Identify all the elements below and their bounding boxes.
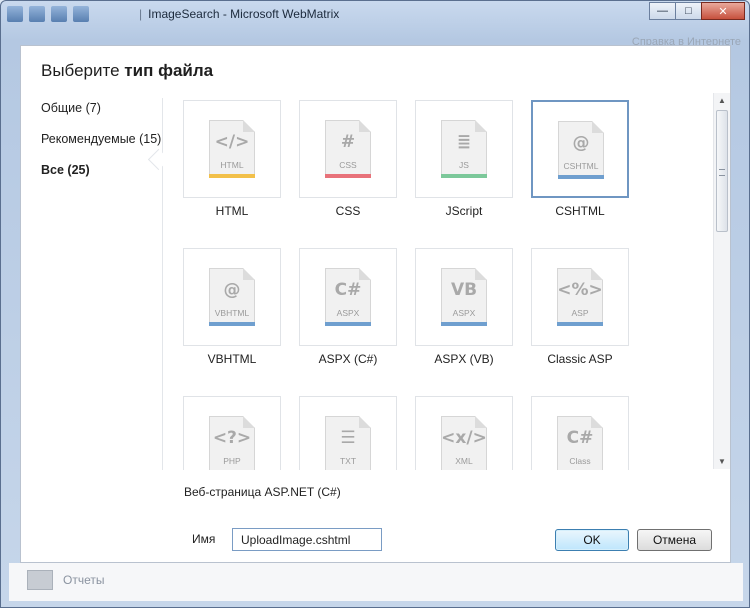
file-document-icon: C# ASPX bbox=[325, 268, 371, 326]
file-document-icon: @ VBHTML bbox=[209, 268, 255, 326]
file-type-grid: </> HTML HTML # CSS CSS ≣ JS JScript @ CSHTML CSHTM… bbox=[165, 94, 713, 470]
save-icon[interactable] bbox=[29, 6, 45, 22]
file-document-icon: ≣ JS bbox=[441, 120, 487, 178]
file-type-tile-html[interactable]: </> HTML bbox=[183, 100, 281, 198]
file-document-icon: C# Class bbox=[557, 416, 603, 470]
title-bar: | ImageSearch - Microsoft WebMatrix — □ ✕ bbox=[1, 1, 750, 29]
file-type-label: VBHTML bbox=[207, 352, 257, 366]
file-type-description: Веб-страница ASP.NET (C#) bbox=[184, 485, 341, 499]
file-type-tile-asp[interactable]: <%> ASP bbox=[531, 248, 629, 346]
close-button[interactable]: ✕ bbox=[701, 2, 745, 20]
file-type-label: ASPX (VB) bbox=[434, 352, 494, 366]
scroll-grip-icon bbox=[719, 169, 725, 176]
undo-icon[interactable] bbox=[73, 6, 89, 22]
app-window: | ImageSearch - Microsoft WebMatrix — □ ✕… bbox=[0, 0, 750, 608]
file-type-tile-cshtml[interactable]: @ CSHTML bbox=[531, 100, 629, 198]
file-glyph: @ bbox=[572, 133, 590, 153]
dialog-title-bold: тип файла bbox=[124, 61, 214, 80]
publish-icon[interactable] bbox=[51, 6, 67, 22]
file-type-label: Classic ASP bbox=[547, 352, 613, 366]
file-name-input[interactable] bbox=[232, 528, 382, 551]
window-controls: — □ ✕ bbox=[649, 2, 745, 20]
file-document-icon: VB ASPX bbox=[441, 268, 487, 326]
file-type-label: HTML bbox=[215, 204, 249, 218]
file-glyph: <x/> bbox=[441, 428, 487, 448]
file-extension-label: ASPX bbox=[336, 308, 360, 318]
quick-access-toolbar bbox=[7, 6, 89, 22]
new-file-dialog: Выберите тип файла Общие (7) Рекомендуем… bbox=[20, 45, 731, 563]
file-extension-label: ASP bbox=[571, 308, 589, 318]
file-extension-label: CSHTML bbox=[563, 161, 599, 171]
file-glyph: ☰ bbox=[340, 428, 356, 448]
file-extension-label: TXT bbox=[339, 456, 357, 466]
file-extension-label: Class bbox=[569, 456, 591, 466]
file-glyph: VB bbox=[450, 280, 478, 300]
file-document-icon: <%> ASP bbox=[557, 268, 603, 326]
file-glyph: ≣ bbox=[456, 132, 472, 152]
close-icon: ✕ bbox=[718, 5, 728, 18]
name-label: Имя bbox=[192, 532, 216, 546]
background-status-area bbox=[9, 563, 743, 601]
dialog-title: Выберите тип файла bbox=[41, 61, 213, 81]
maximize-icon: □ bbox=[685, 5, 692, 17]
file-document-icon: <?> PHP bbox=[209, 416, 255, 470]
app-icon[interactable] bbox=[7, 6, 23, 22]
minimize-button[interactable]: — bbox=[649, 2, 676, 20]
file-extension-label: HTML bbox=[220, 160, 244, 170]
file-type-label: ASPX (C#) bbox=[318, 352, 378, 366]
file-type-label: JScript bbox=[445, 204, 483, 218]
file-type-tile-xml[interactable]: <x/> XML bbox=[415, 396, 513, 470]
file-type-label: CSHTML bbox=[555, 204, 605, 218]
file-extension-label: ASPX bbox=[452, 308, 476, 318]
file-extension-label: JS bbox=[459, 160, 469, 170]
scroll-up-icon[interactable]: ▲ bbox=[718, 96, 726, 105]
file-document-icon: </> HTML bbox=[209, 120, 255, 178]
file-glyph: </> bbox=[214, 132, 250, 152]
file-glyph: C# bbox=[566, 428, 594, 448]
dialog-title-prefix: Выберите bbox=[41, 61, 120, 80]
file-document-icon: @ CSHTML bbox=[558, 121, 604, 179]
reports-label: Отчеты bbox=[63, 573, 105, 587]
file-type-tile-txt[interactable]: ☰ TXT bbox=[299, 396, 397, 470]
file-glyph: <%> bbox=[557, 280, 603, 300]
file-type-tile-js[interactable]: ≣ JS bbox=[415, 100, 513, 198]
file-document-icon: ☰ TXT bbox=[325, 416, 371, 470]
file-glyph: C# bbox=[334, 280, 362, 300]
category-all[interactable]: Все (25) bbox=[21, 160, 162, 191]
file-glyph: @ bbox=[223, 280, 241, 300]
file-document-icon: # CSS bbox=[325, 120, 371, 178]
category-recommended[interactable]: Рекомендуемые (15) bbox=[21, 129, 162, 160]
file-type-tile-php[interactable]: <?> PHP bbox=[183, 396, 281, 470]
cancel-button[interactable]: Отмена bbox=[637, 529, 712, 551]
window-title-text: ImageSearch - Microsoft WebMatrix bbox=[148, 7, 340, 21]
maximize-button[interactable]: □ bbox=[675, 2, 702, 20]
category-list: Общие (7) Рекомендуемые (15) Все (25) bbox=[21, 98, 162, 191]
scroll-down-icon[interactable]: ▼ bbox=[718, 457, 726, 466]
file-glyph: # bbox=[340, 132, 356, 152]
file-type-tile-css[interactable]: # CSS bbox=[299, 100, 397, 198]
scroll-thumb[interactable] bbox=[716, 110, 728, 232]
file-extension-label: PHP bbox=[223, 456, 241, 466]
window-title: | ImageSearch - Microsoft WebMatrix bbox=[139, 7, 340, 21]
file-type-tile-aspx[interactable]: VB ASPX bbox=[415, 248, 513, 346]
file-type-tile-vbhtml[interactable]: @ VBHTML bbox=[183, 248, 281, 346]
file-type-label: CSS bbox=[335, 204, 361, 218]
file-document-icon: <x/> XML bbox=[441, 416, 487, 470]
file-extension-label: CSS bbox=[339, 160, 357, 170]
reports-icon bbox=[27, 570, 53, 590]
file-glyph: <?> bbox=[212, 428, 252, 448]
reports-nav-item[interactable]: Отчеты bbox=[27, 570, 104, 590]
category-general[interactable]: Общие (7) bbox=[21, 98, 162, 129]
file-type-tile-aspx[interactable]: C# ASPX bbox=[299, 248, 397, 346]
grid-scrollbar[interactable]: ▲ ▼ bbox=[713, 93, 730, 469]
file-extension-label: XML bbox=[455, 456, 473, 466]
file-extension-label: VBHTML bbox=[214, 308, 250, 318]
minimize-icon: — bbox=[657, 5, 668, 17]
ok-button[interactable]: OK bbox=[555, 529, 629, 551]
file-type-tile-class[interactable]: C# Class bbox=[531, 396, 629, 470]
